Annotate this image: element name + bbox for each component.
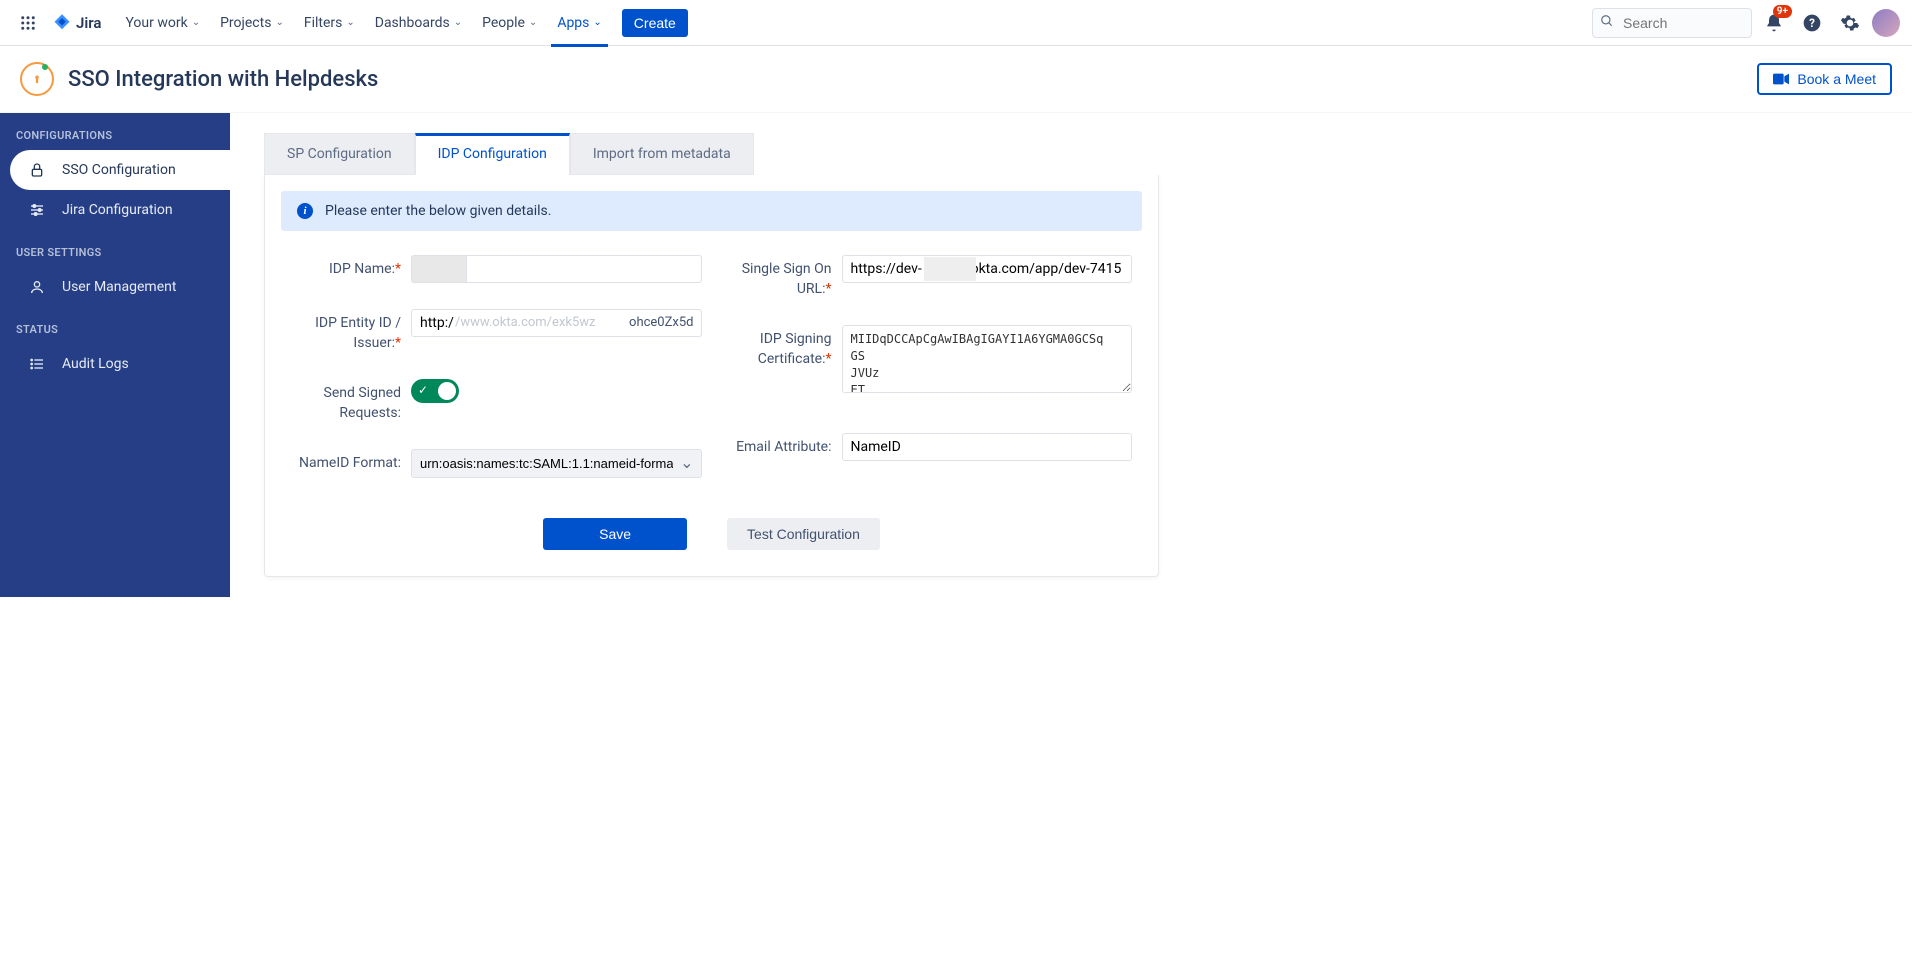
chevron-down-icon: ⌄: [529, 17, 537, 28]
notif-badge: 9+: [1773, 5, 1792, 18]
row-signing-cert: IDP Signing Certificate:* MIIDqDCCApCgAw…: [722, 325, 1133, 397]
panel: i Please enter the below given details. …: [264, 175, 1159, 577]
button-row: Save Test Configuration: [281, 498, 1142, 560]
idp-name-prefix-blur: [411, 255, 466, 283]
book-meet-label: Book a Meet: [1797, 71, 1876, 87]
chevron-down-icon: ⌄: [275, 17, 283, 28]
video-icon: [1773, 73, 1789, 85]
app-header: SSO Integration with Helpdesks Book a Me…: [0, 46, 1912, 113]
nav-apps[interactable]: Apps⌄: [549, 9, 609, 37]
label-sso-url: Single Sign On URL:*: [722, 255, 842, 299]
sidebar-item-user-management[interactable]: User Management: [0, 267, 230, 307]
tabs: SP Configuration IDP Configuration Impor…: [264, 133, 1878, 175]
help-icon[interactable]: ?: [1796, 7, 1828, 39]
svg-text:?: ?: [1809, 16, 1815, 30]
label-signing-cert: IDP Signing Certificate:*: [722, 325, 842, 369]
sliders-icon: [28, 202, 46, 218]
search-icon: [1600, 14, 1614, 32]
jira-logo[interactable]: Jira: [48, 13, 105, 33]
nav-your-work[interactable]: Your work⌄: [117, 9, 208, 37]
chevron-down-icon: ⌄: [593, 17, 601, 28]
sidebar-item-label: Audit Logs: [62, 356, 129, 372]
page-title: SSO Integration with Helpdesks: [68, 67, 378, 92]
user-icon: [28, 279, 46, 295]
chevron-down-icon: ⌄: [454, 17, 462, 28]
layout: CONFIGURATIONS SSO Configuration Jira Co…: [0, 113, 1912, 597]
info-icon: i: [297, 203, 313, 219]
test-config-button[interactable]: Test Configuration: [727, 518, 880, 550]
sidebar-heading-status: STATUS: [0, 307, 230, 344]
idp-name-input[interactable]: [466, 255, 702, 283]
send-signed-toggle[interactable]: ✓: [411, 379, 459, 403]
nav-people[interactable]: People⌄: [474, 9, 545, 37]
row-sso-url: Single Sign On URL:*: [722, 255, 1133, 299]
book-meet-button[interactable]: Book a Meet: [1757, 63, 1892, 95]
label-entity-id: IDP Entity ID / Issuer:*: [291, 309, 411, 353]
top-nav-left: Jira Your work⌄ Projects⌄ Filters⌄ Dashb…: [12, 7, 688, 39]
sidebar-item-label: SSO Configuration: [62, 162, 176, 178]
info-text: Please enter the below given details.: [325, 203, 551, 219]
sidebar-heading-user-settings: USER SETTINGS: [0, 230, 230, 267]
entity-id-input[interactable]: [411, 309, 702, 337]
sidebar-item-sso-configuration[interactable]: SSO Configuration: [10, 150, 230, 190]
label-idp-name: IDP Name:*: [291, 255, 411, 280]
label-send-signed: Send Signed Requests:: [291, 379, 411, 423]
create-button[interactable]: Create: [622, 9, 688, 37]
tab-import-metadata[interactable]: Import from metadata: [570, 133, 754, 175]
top-nav-right: 9+ ?: [1592, 7, 1900, 39]
label-nameid: NameID Format:: [291, 449, 411, 474]
sidebar-heading-configurations: CONFIGURATIONS: [0, 113, 230, 150]
label-email-attr: Email Attribute:: [722, 433, 842, 458]
row-entity-id: IDP Entity ID / Issuer:* /www.okta.com/e…: [291, 309, 702, 353]
row-idp-name: IDP Name:*: [291, 255, 702, 283]
sso-url-redaction: [924, 257, 976, 281]
chevron-down-icon: ⌄: [346, 17, 354, 28]
email-attr-input[interactable]: [842, 433, 1133, 461]
top-nav: Jira Your work⌄ Projects⌄ Filters⌄ Dashb…: [0, 0, 1912, 46]
nav-projects[interactable]: Projects⌄: [212, 9, 292, 37]
list-icon: [28, 356, 46, 372]
signing-cert-textarea[interactable]: MIIDqDCCApCgAwIBAgIGAYI1A6YGMA0GCSq GS J…: [842, 325, 1133, 393]
row-nameid-format: NameID Format: urn:oasis:names:tc:SAML:1…: [291, 449, 702, 478]
sidebar-item-jira-configuration[interactable]: Jira Configuration: [0, 190, 230, 230]
form-col-right: Single Sign On URL:* IDP Signing Certifi…: [722, 255, 1133, 488]
sidebar-item-label: Jira Configuration: [62, 202, 173, 218]
tab-idp-configuration[interactable]: IDP Configuration: [415, 133, 570, 175]
sidebar-item-label: User Management: [62, 279, 176, 295]
lock-icon: [28, 162, 46, 178]
search-input[interactable]: [1592, 8, 1752, 38]
save-button[interactable]: Save: [543, 518, 687, 550]
app-logo-icon: [20, 62, 54, 96]
jira-product-name: Jira: [76, 14, 101, 32]
chevron-down-icon: ⌄: [192, 17, 200, 28]
sidebar-item-audit-logs[interactable]: Audit Logs: [0, 344, 230, 384]
nav-filters[interactable]: Filters⌄: [296, 9, 363, 37]
settings-icon[interactable]: [1834, 7, 1866, 39]
main-content: SP Configuration IDP Configuration Impor…: [230, 113, 1912, 597]
notifications-icon[interactable]: 9+: [1758, 7, 1790, 39]
tab-sp-configuration[interactable]: SP Configuration: [264, 133, 415, 175]
form-grid: IDP Name:* IDP Entity ID / Issuer:*: [281, 231, 1142, 498]
nameid-select[interactable]: urn:oasis:names:tc:SAML:1.1:nameid-forma…: [411, 449, 702, 478]
app-switcher-icon[interactable]: [12, 7, 44, 39]
nav-dashboards[interactable]: Dashboards⌄: [367, 9, 470, 37]
sidebar: CONFIGURATIONS SSO Configuration Jira Co…: [0, 113, 230, 597]
sso-url-input[interactable]: [842, 255, 1133, 283]
info-banner: i Please enter the below given details.: [281, 191, 1142, 231]
avatar[interactable]: [1872, 9, 1900, 37]
check-icon: ✓: [418, 383, 428, 397]
form-col-left: IDP Name:* IDP Entity ID / Issuer:*: [291, 255, 702, 488]
app-header-left: SSO Integration with Helpdesks: [20, 62, 378, 96]
row-email-attr: Email Attribute:: [722, 433, 1133, 461]
row-send-signed: Send Signed Requests: ✓: [291, 379, 702, 423]
search-box: [1592, 8, 1752, 38]
